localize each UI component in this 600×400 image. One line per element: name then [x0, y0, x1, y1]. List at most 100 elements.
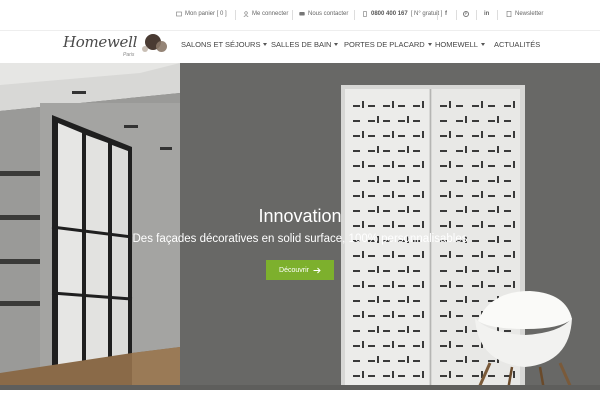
door-slot — [392, 341, 394, 348]
door-slot — [456, 195, 463, 197]
door-slot — [368, 330, 375, 332]
door-slot — [377, 266, 379, 273]
door-slot — [383, 165, 390, 167]
door-slot — [407, 356, 409, 363]
door-slot — [398, 180, 405, 182]
nav-label: SALLES DE BAIN — [271, 40, 332, 49]
cart-link[interactable]: Mon panier [ 0 ] — [176, 11, 227, 17]
nav-item-salons[interactable]: SALONS ET SÉJOURS — [181, 40, 268, 49]
door-slot — [392, 281, 394, 288]
door-slot — [504, 150, 511, 152]
phone-link[interactable]: 0800 400 167 [ N° gratuit ] — [362, 11, 442, 17]
door-slot — [353, 345, 360, 347]
door-slot — [392, 101, 394, 108]
door-slot — [456, 120, 463, 122]
door-slot — [456, 105, 463, 107]
door-slot — [353, 360, 360, 362]
door-slot — [413, 285, 420, 287]
door-slot — [449, 251, 451, 258]
door-slot — [383, 120, 390, 122]
discover-button[interactable]: Découvrir — [266, 260, 334, 280]
door-slot — [449, 371, 451, 378]
door-slot — [362, 251, 364, 258]
door-slot — [383, 285, 390, 287]
door-slot — [472, 120, 479, 122]
arrow-right-icon — [313, 267, 321, 273]
chevron-down-icon — [263, 43, 268, 46]
door-slot — [407, 146, 409, 153]
door-slot — [413, 375, 420, 377]
door-slot — [398, 315, 405, 317]
door-slot — [377, 356, 379, 363]
door-slot — [440, 330, 447, 332]
pinterest-link[interactable]: P — [463, 11, 469, 17]
door-slot — [353, 105, 360, 107]
door-slot — [422, 281, 424, 288]
door-slot — [413, 165, 420, 167]
door-slot — [377, 176, 379, 183]
door-slot — [413, 195, 420, 197]
door-slot — [440, 180, 447, 182]
door-slot — [488, 150, 495, 152]
nav-label: ACTUALITÉS — [494, 40, 541, 49]
door-slot — [488, 270, 495, 272]
contact-link[interactable]: Nous contacter — [299, 11, 348, 17]
door-slot — [513, 251, 515, 258]
nav-item-salles-de-bain[interactable]: SALLES DE BAIN — [271, 40, 339, 49]
door-slot — [398, 330, 405, 332]
linkedin-link[interactable]: in — [484, 11, 489, 17]
door-slot — [465, 356, 467, 363]
door-slot — [392, 371, 394, 378]
nav-item-homewell[interactable]: HOMEWELL — [435, 40, 485, 49]
nav-item-actualites[interactable]: ACTUALITÉS — [494, 40, 540, 49]
door-slot — [497, 266, 499, 273]
door-slot — [398, 120, 405, 122]
door-slot — [504, 105, 511, 107]
door-slot — [362, 341, 364, 348]
door-slot — [392, 161, 394, 168]
newsletter-link[interactable]: Newsletter — [506, 11, 543, 17]
door-slot — [407, 326, 409, 333]
door-slot — [465, 146, 467, 153]
door-slot — [513, 281, 515, 288]
chevron-down-icon — [480, 43, 485, 46]
door-slot — [504, 330, 511, 332]
door-slot — [422, 191, 424, 198]
door-slot — [440, 165, 447, 167]
door-slot — [456, 165, 463, 167]
login-link[interactable]: Me connecter — [243, 11, 288, 17]
door-slot — [472, 150, 479, 152]
door-slot — [353, 330, 360, 332]
door-slot — [456, 300, 463, 302]
top-utility-bar: Mon panier [ 0 ] Me connecter Nous conta… — [0, 0, 600, 31]
door-slot — [465, 326, 467, 333]
door-slot — [383, 135, 390, 137]
door-slot — [407, 176, 409, 183]
door-slot — [504, 270, 511, 272]
nav-label: SALONS ET SÉJOURS — [181, 40, 261, 49]
door-slot — [456, 360, 463, 362]
door-slot — [368, 360, 375, 362]
door-slot — [368, 270, 375, 272]
door-slot — [413, 255, 420, 257]
door-slot — [504, 255, 511, 257]
door-slot — [368, 105, 375, 107]
door-slot — [353, 285, 360, 287]
door-slot — [497, 146, 499, 153]
door-slot — [368, 150, 375, 152]
door-slot — [456, 270, 463, 272]
linkedin-icon: in — [484, 11, 490, 17]
door-slot — [353, 375, 360, 377]
nav-item-portes-de-placard[interactable]: PORTES DE PLACARD — [344, 40, 432, 49]
door-slot — [422, 161, 424, 168]
logo-circle — [142, 46, 148, 52]
phone-icon — [363, 11, 367, 17]
newsletter-label: Newsletter — [515, 11, 544, 17]
door-slot — [488, 375, 495, 377]
door-slot — [456, 315, 463, 317]
door-slot — [456, 135, 463, 137]
door-slot — [472, 270, 479, 272]
door-slot — [413, 150, 420, 152]
discover-button-label: Découvrir — [279, 266, 309, 274]
facebook-link[interactable]: f — [445, 11, 447, 17]
